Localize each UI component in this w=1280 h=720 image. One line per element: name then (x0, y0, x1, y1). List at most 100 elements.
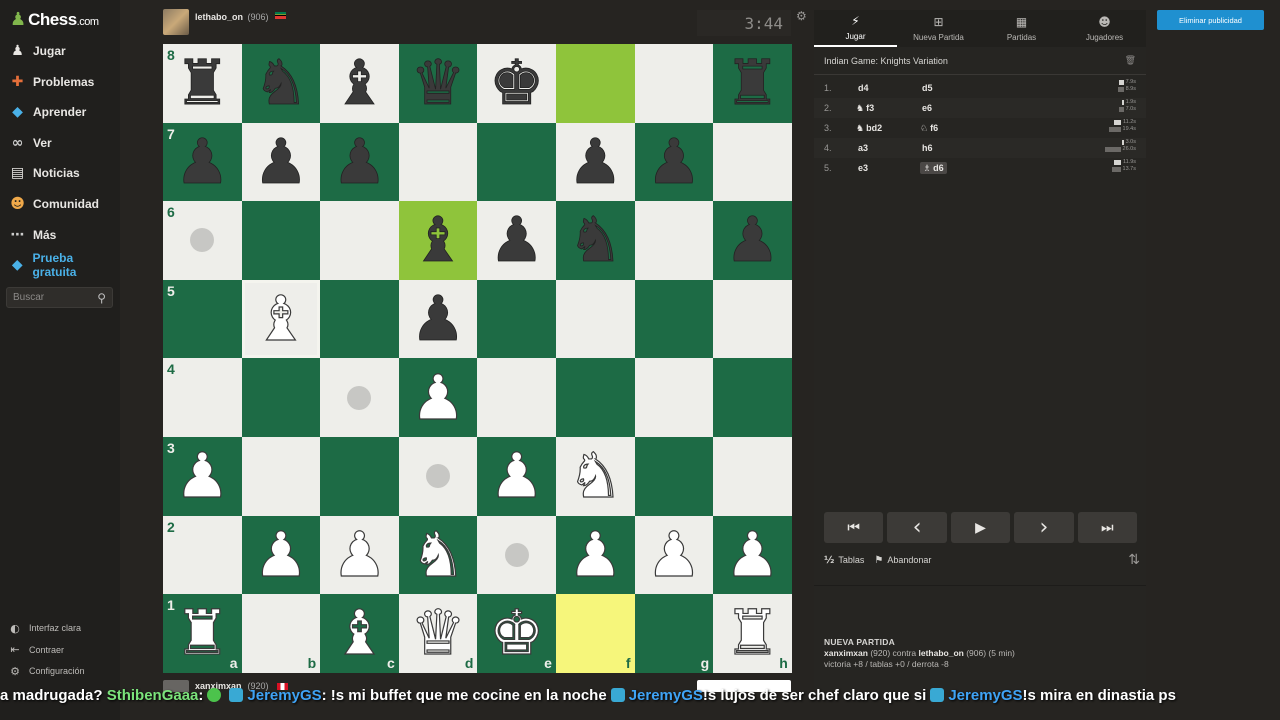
square-c4[interactable] (320, 358, 399, 437)
square-d8[interactable]: ♛ (398, 44, 478, 123)
square-c3[interactable] (320, 436, 399, 516)
legal-move-dot[interactable] (504, 542, 529, 567)
black-pawn-icon[interactable]: ♟ (646, 130, 702, 193)
black-king-icon[interactable]: ♚ (488, 51, 544, 114)
square-d7[interactable] (398, 122, 478, 202)
square-c6[interactable] (320, 201, 399, 280)
square-f2[interactable]: ♟ (555, 515, 635, 595)
black-pawn-icon[interactable]: ♟ (174, 130, 230, 193)
white-king-icon[interactable]: ♚ (488, 601, 545, 664)
square-d2[interactable]: ♞ (398, 515, 478, 595)
white-move[interactable]: d4 (850, 83, 914, 94)
square-d5[interactable]: ♟ (398, 279, 478, 359)
sidebar-item-6[interactable]: ☻ Comunidad (8, 191, 118, 217)
prev-move-button[interactable]: ‹ (887, 512, 947, 543)
black-knight-icon[interactable]: ♞ (567, 209, 623, 272)
legal-move-dot[interactable] (347, 385, 372, 410)
square-d4[interactable]: ♟ (398, 358, 478, 437)
white-pawn-icon[interactable]: ♟ (724, 523, 781, 586)
square-g5[interactable] (634, 279, 714, 359)
white-pawn-icon[interactable]: ♟ (488, 444, 545, 507)
bottom-nav-item-3[interactable]: ⚙ Configuración (8, 662, 84, 680)
square-e2[interactable] (477, 515, 556, 595)
tab-2[interactable]: ⊞ Nueva Partida (897, 10, 980, 47)
legal-move-dot[interactable] (190, 228, 215, 253)
sidebar-item-1[interactable]: ♟ Jugar (8, 38, 118, 64)
square-a1[interactable]: 1 a ♜ (163, 594, 242, 673)
square-b6[interactable] (241, 201, 321, 280)
black-rook-icon[interactable]: ♜ (724, 51, 780, 114)
white-knight-icon[interactable]: ♞ (410, 523, 467, 586)
tab-3[interactable]: ▦ Partidas (980, 10, 1063, 47)
black-pawn-icon[interactable]: ♟ (331, 130, 387, 193)
square-b8[interactable]: ♞ (241, 44, 321, 123)
white-move[interactable]: ♞ f3 (850, 103, 914, 114)
new-game-player-1[interactable]: xanximxan (824, 648, 868, 658)
board-settings-icon[interactable]: ⚙ (796, 9, 807, 23)
square-g7[interactable]: ♟ (634, 122, 714, 202)
avatar[interactable] (163, 9, 189, 35)
white-bishop-icon[interactable]: ♝ (252, 287, 309, 350)
white-pawn-icon[interactable]: ♟ (567, 523, 624, 586)
square-f3[interactable]: ♞ (555, 436, 635, 516)
square-a7[interactable]: 7 ♟ (163, 122, 242, 202)
white-pawn-icon[interactable]: ♟ (331, 523, 388, 586)
square-h8[interactable]: ♜ (713, 44, 792, 123)
first-move-button[interactable]: ⏮ (824, 512, 884, 543)
square-a4[interactable]: 4 (163, 358, 242, 437)
white-move[interactable]: ♞ bd2 (850, 123, 914, 134)
white-move[interactable]: e3 (850, 163, 914, 174)
square-f5[interactable] (555, 279, 635, 359)
white-bishop-icon[interactable]: ♝ (331, 601, 388, 664)
sidebar-item-4[interactable]: ∞ Ver (8, 130, 118, 156)
new-game-player-2[interactable]: lethabo_on (919, 648, 964, 658)
bottom-nav-item-1[interactable]: ◐ Interfaz clara (8, 619, 81, 637)
square-e5[interactable] (477, 279, 556, 359)
square-f4[interactable] (555, 358, 635, 437)
top-player-name[interactable]: lethabo_on (195, 12, 243, 22)
square-b5[interactable]: ♝ (241, 279, 321, 359)
black-bishop-icon[interactable]: ♝ (410, 209, 466, 272)
square-a8[interactable]: 8 ♜ (163, 44, 242, 123)
white-pawn-icon[interactable]: ♟ (410, 366, 467, 429)
black-move[interactable]: ♗ d6 (914, 161, 978, 174)
resign-button[interactable]: ⚑ Abandonar (874, 555, 931, 566)
remove-ads-button[interactable]: Eliminar publicidad (1157, 10, 1264, 30)
sidebar-item-2[interactable]: ✚ Problemas (8, 69, 118, 95)
square-c8[interactable]: ♝ (320, 44, 399, 123)
trash-icon[interactable]: 🗑 (1125, 56, 1136, 66)
square-b4[interactable] (241, 358, 321, 437)
square-a2[interactable]: 2 (163, 515, 242, 595)
square-h6[interactable]: ♟ (713, 201, 792, 280)
square-f8[interactable] (555, 44, 635, 123)
white-pawn-icon[interactable]: ♟ (645, 523, 702, 586)
tab-4[interactable]: ☻ Jugadores (1063, 10, 1146, 47)
square-g2[interactable]: ♟ (634, 515, 714, 595)
search-icon[interactable]: ⚲ (97, 291, 106, 305)
square-h7[interactable] (713, 122, 792, 202)
white-knight-icon[interactable]: ♞ (567, 444, 624, 507)
square-c2[interactable]: ♟ (320, 515, 399, 595)
legal-move-dot[interactable] (426, 464, 451, 489)
white-pawn-icon[interactable]: ♟ (174, 444, 231, 507)
square-e6[interactable]: ♟ (477, 201, 556, 280)
black-pawn-icon[interactable]: ♟ (724, 209, 780, 272)
square-e1[interactable]: e ♚ (477, 594, 556, 673)
white-move[interactable]: a3 (850, 143, 914, 154)
bottom-nav-item-2[interactable]: ⇤ Contraer (8, 641, 64, 659)
search-input[interactable]: Buscar (13, 292, 97, 303)
white-rook-icon[interactable]: ♜ (724, 601, 781, 664)
square-e4[interactable] (477, 358, 556, 437)
square-g3[interactable] (634, 436, 714, 516)
play-button[interactable]: ▶ (950, 512, 1011, 543)
sidebar-item-3[interactable]: ◆ Aprender (8, 99, 118, 125)
square-h4[interactable] (713, 358, 792, 437)
sidebar-item-8[interactable]: ◆ Prueba gratuita (8, 251, 118, 279)
black-queen-icon[interactable]: ♛ (410, 51, 466, 114)
black-move[interactable]: d5 (914, 83, 978, 94)
white-rook-icon[interactable]: ♜ (174, 601, 231, 664)
black-move[interactable]: ♘ f6 (914, 123, 978, 134)
white-pawn-icon[interactable]: ♟ (252, 523, 309, 586)
square-b3[interactable] (241, 436, 321, 516)
sidebar-item-7[interactable]: ⋯ Más (8, 222, 118, 248)
